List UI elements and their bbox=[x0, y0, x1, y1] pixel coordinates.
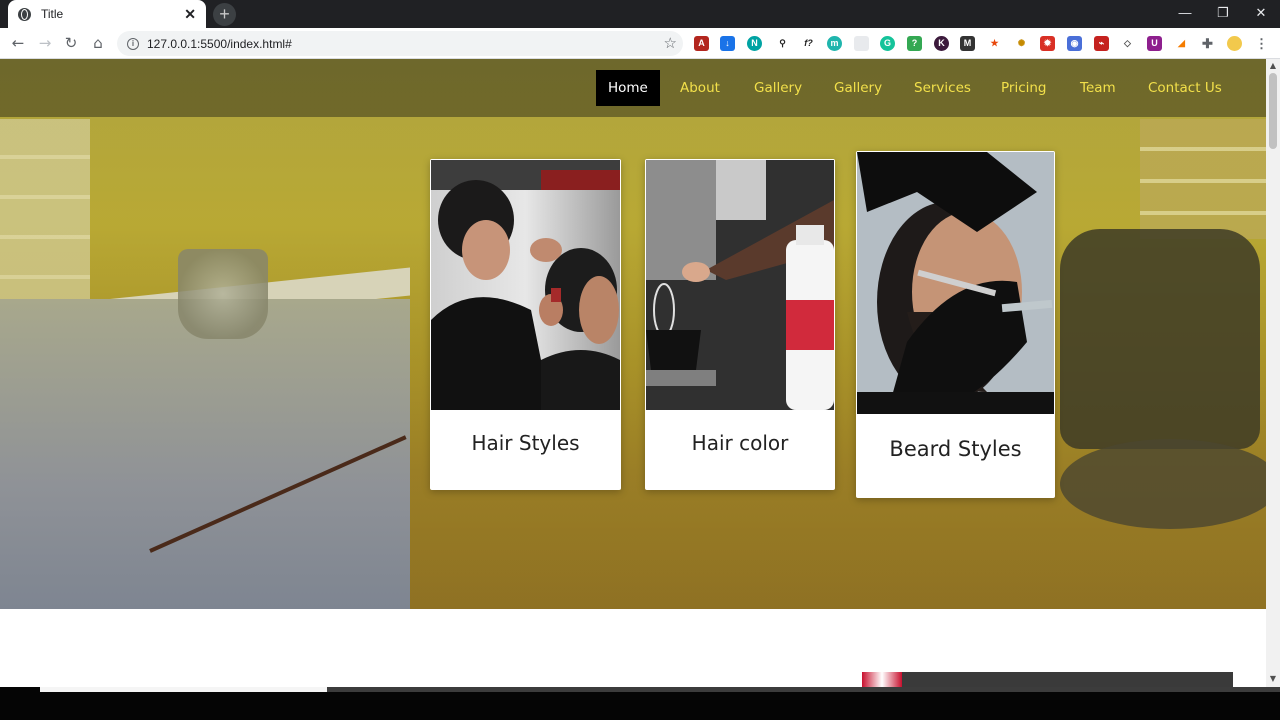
tab-title: Title bbox=[41, 7, 64, 21]
chart-extension-icon[interactable]: ⌁ bbox=[1094, 36, 1109, 51]
scroll-up-icon[interactable]: ▲ bbox=[1269, 61, 1277, 70]
bookmark-star-icon[interactable]: ☆ bbox=[664, 34, 677, 52]
scroll-down-icon[interactable]: ▼ bbox=[1269, 674, 1277, 683]
nav-gallery-2[interactable]: Gallery bbox=[822, 70, 894, 106]
k-extension-icon[interactable]: K bbox=[934, 36, 949, 51]
nav-contact-us[interactable]: Contact Us bbox=[1136, 70, 1234, 106]
hero-background-shelf bbox=[0, 119, 90, 329]
barber-illustration bbox=[431, 160, 620, 410]
address-bar[interactable]: i 127.0.0.1:5500/index.html# ☆ bbox=[117, 31, 683, 56]
hair-styles-photo bbox=[431, 160, 620, 410]
blank-extension-icon[interactable] bbox=[854, 36, 869, 51]
help-extension-icon[interactable]: ? bbox=[907, 36, 922, 51]
mail-extension-icon[interactable]: M bbox=[960, 36, 975, 51]
search-extension-icon[interactable]: ⚲ bbox=[775, 36, 790, 51]
service-card-beard-styles[interactable]: Beard Styles bbox=[856, 151, 1055, 498]
wave-extension-icon[interactable]: ◢ bbox=[1174, 36, 1189, 51]
nav-about[interactable]: About bbox=[668, 70, 732, 106]
nav-home[interactable]: Home bbox=[596, 70, 660, 106]
maximize-button[interactable]: ❐ bbox=[1204, 0, 1242, 28]
browser-tab[interactable]: Title ✕ bbox=[8, 0, 206, 28]
grammarly-extension-icon[interactable]: G bbox=[880, 36, 895, 51]
card-title: Hair Styles bbox=[471, 431, 580, 455]
menu-icon[interactable]: ⋮ bbox=[1254, 36, 1269, 51]
tag-extension-icon[interactable]: ◇ bbox=[1120, 36, 1135, 51]
ui-extension-icon[interactable]: U bbox=[1147, 36, 1162, 51]
nav-team[interactable]: Team bbox=[1068, 70, 1128, 106]
n-extension-icon[interactable]: N bbox=[747, 36, 762, 51]
flag-extension-icon[interactable]: ✹ bbox=[1040, 36, 1055, 51]
gear-extension-icon[interactable]: ✺ bbox=[1014, 36, 1029, 51]
hair-color-photo bbox=[646, 160, 834, 410]
puzzle-icon[interactable]: ✚ bbox=[1200, 36, 1215, 51]
browser-toolbar: ← → ↻ ⌂ i 127.0.0.1:5500/index.html# ☆ A… bbox=[0, 28, 1280, 59]
minimize-button[interactable]: — bbox=[1166, 0, 1204, 28]
forward-icon[interactable]: → bbox=[33, 32, 57, 54]
beard-styles-photo bbox=[857, 152, 1054, 414]
scrollbar-thumb[interactable] bbox=[1269, 73, 1277, 149]
hair-color-illustration bbox=[646, 160, 834, 410]
progress-remaining bbox=[327, 687, 1280, 692]
star-extension-icon[interactable]: ★ bbox=[987, 36, 1002, 51]
hero-background-chair-base bbox=[1060, 439, 1266, 529]
tab-close-icon[interactable]: ✕ bbox=[184, 6, 196, 23]
browser-tab-strip: Title ✕ + — ❐ ✕ bbox=[0, 0, 1280, 28]
back-icon[interactable]: ← bbox=[6, 32, 30, 54]
m-extension-icon[interactable]: m bbox=[827, 36, 842, 51]
card-title: Beard Styles bbox=[889, 437, 1022, 461]
hero-section: Home About Gallery Gallery Services Pric… bbox=[0, 59, 1266, 609]
site-navbar: Home About Gallery Gallery Services Pric… bbox=[0, 59, 1266, 117]
hero-background-vase bbox=[178, 249, 268, 339]
card-title: Hair color bbox=[691, 431, 789, 455]
new-tab-button[interactable]: + bbox=[213, 3, 236, 26]
service-card-hair-color[interactable]: Hair color bbox=[645, 159, 835, 490]
camera-extension-icon[interactable]: ◉ bbox=[1067, 36, 1082, 51]
beard-trim-illustration bbox=[857, 152, 1054, 414]
nav-pricing[interactable]: Pricing bbox=[989, 70, 1059, 106]
hero-background-shelf-right bbox=[1140, 119, 1266, 239]
next-section-image-preview bbox=[862, 672, 1233, 687]
formula-extension-icon[interactable]: f? bbox=[801, 36, 816, 51]
avatar[interactable] bbox=[1227, 36, 1242, 51]
nav-gallery[interactable]: Gallery bbox=[742, 70, 814, 106]
pdf-extension-icon[interactable]: A bbox=[694, 36, 709, 51]
hero-background-chair bbox=[1060, 229, 1260, 449]
site-info-icon[interactable]: i bbox=[127, 37, 139, 50]
url-text: 127.0.0.1:5500/index.html# bbox=[147, 36, 292, 51]
globe-icon bbox=[18, 7, 31, 21]
reload-icon[interactable]: ↻ bbox=[59, 32, 83, 54]
close-window-button[interactable]: ✕ bbox=[1242, 0, 1280, 28]
nav-services[interactable]: Services bbox=[902, 70, 983, 106]
home-icon[interactable]: ⌂ bbox=[86, 32, 110, 54]
bottom-strip bbox=[0, 687, 1280, 720]
service-card-hair-styles[interactable]: Hair Styles bbox=[430, 159, 621, 490]
page-scrollbar[interactable]: ▲ ▼ bbox=[1266, 59, 1280, 687]
hero-background-counter bbox=[0, 299, 410, 609]
progress-played bbox=[40, 687, 327, 692]
page-viewport: Home About Gallery Gallery Services Pric… bbox=[0, 59, 1266, 687]
download-extension-icon[interactable]: ↓ bbox=[720, 36, 735, 51]
